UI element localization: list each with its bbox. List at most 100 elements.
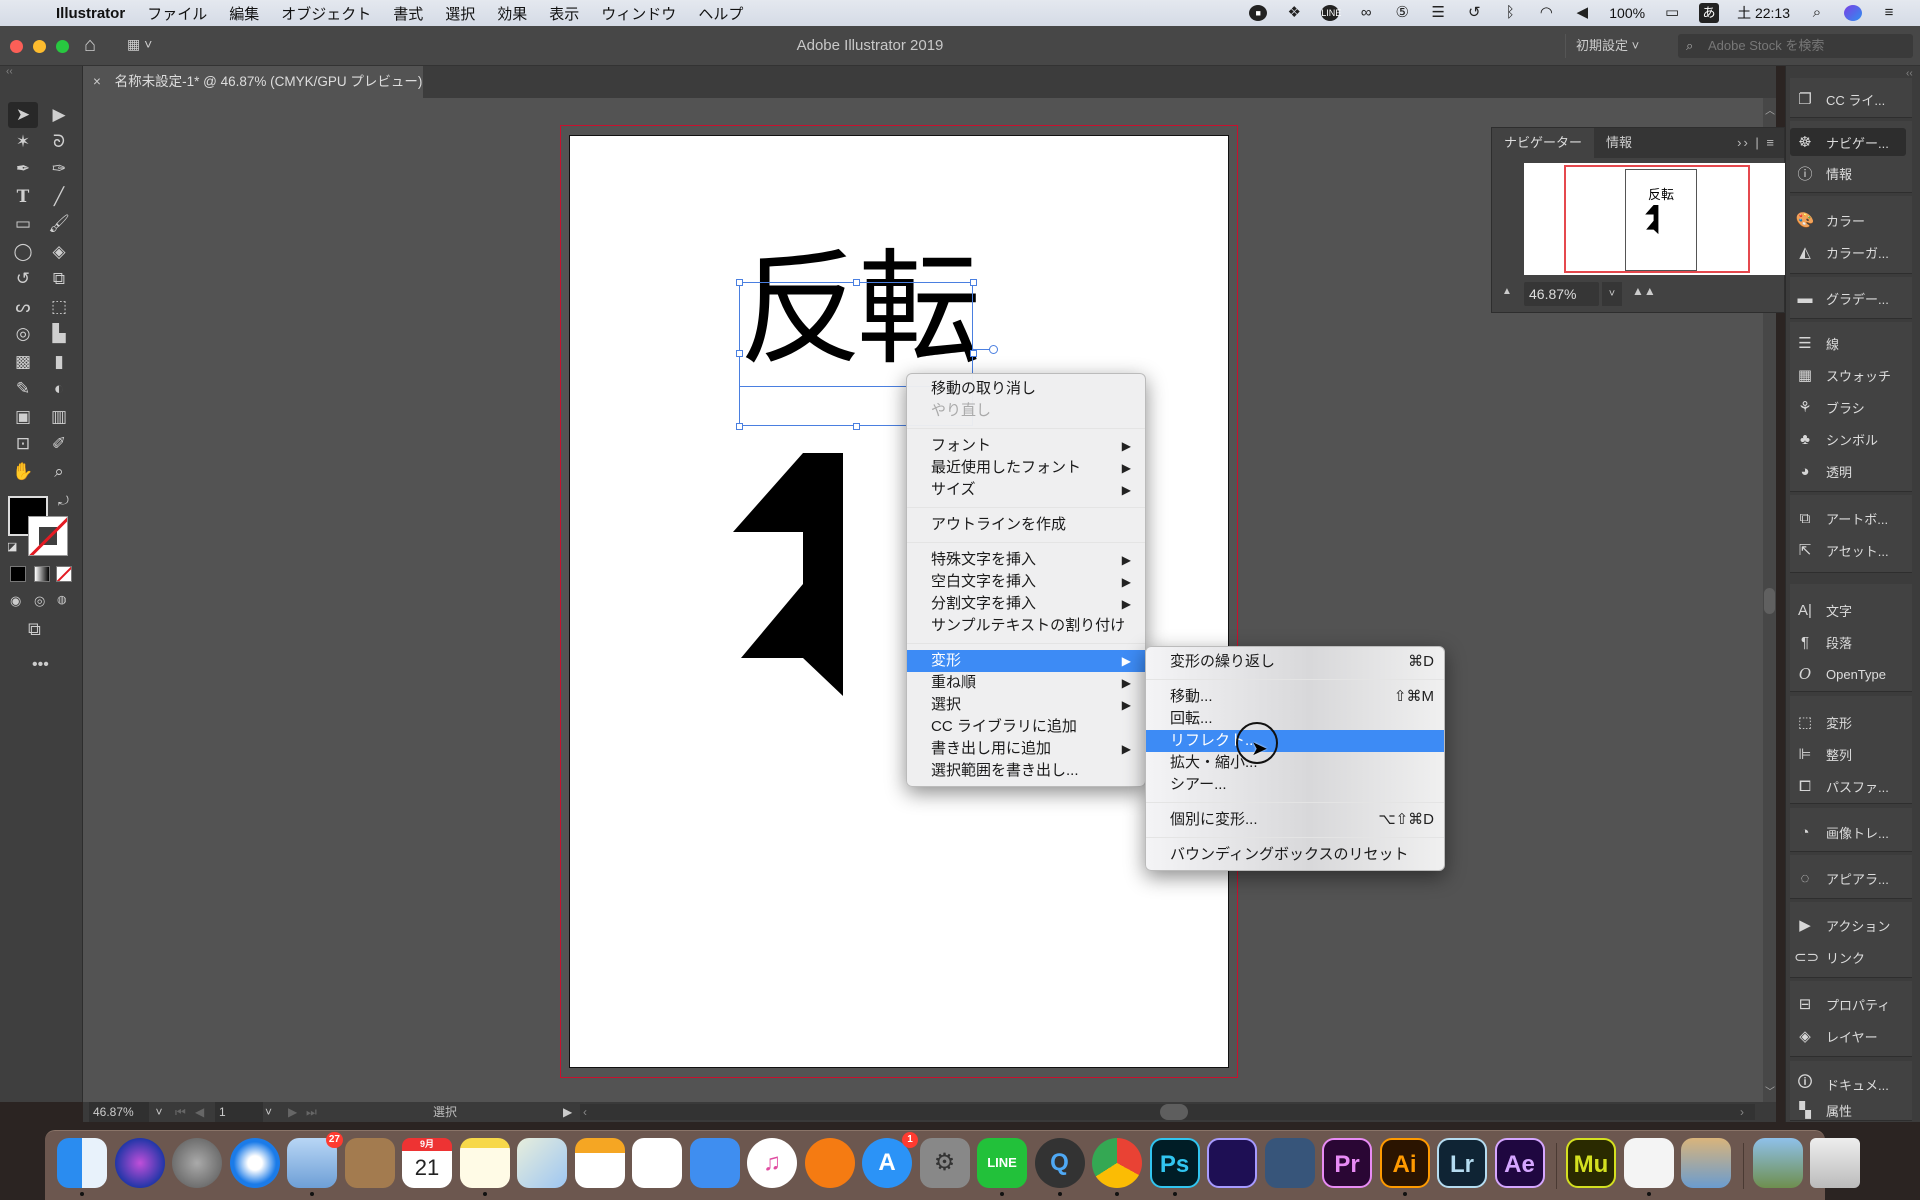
lasso-tool-icon[interactable]: ᘐ — [44, 129, 74, 155]
tab-navigator[interactable]: ナビゲーター — [1492, 128, 1595, 158]
perspective-grid-tool-icon[interactable]: ▙ — [44, 321, 74, 347]
document-tab[interactable]: × 名称未設定-1* @ 46.87% (CMYK/GPU プレビュー) — [83, 66, 423, 98]
swap-fill-stroke-icon[interactable]: ⤾ — [58, 493, 69, 509]
dock-app-contacts[interactable] — [344, 1138, 395, 1188]
menu-type[interactable]: 書式 — [393, 3, 423, 24]
dock-item-paragraph[interactable]: ¶ 段落 — [1790, 628, 1906, 656]
menu-item-rotate[interactable]: 回転... — [1146, 708, 1444, 730]
dock-item-symbols[interactable]: ♣ シンボル — [1790, 425, 1906, 453]
selection-tool-icon[interactable]: ➤ — [8, 102, 38, 128]
menu-effect[interactable]: 効果 — [497, 3, 527, 24]
menu-item-create-outlines[interactable]: アウトラインを作成 — [907, 514, 1145, 536]
draw-normal-icon[interactable]: ◉ — [10, 593, 21, 609]
rotate-tool-icon[interactable]: ↺ — [8, 266, 38, 292]
menu-item-add-to-export[interactable]: 書き出し用に追加 ▶ — [907, 738, 1145, 760]
menu-item-shear[interactable]: シアー... — [1146, 774, 1444, 796]
workspace-switcher[interactable]: 初期設定 ˅ — [1565, 34, 1649, 58]
menu-app-name[interactable]: Illustrator — [56, 5, 125, 22]
dock-app-itunes[interactable]: ♫ — [747, 1138, 797, 1188]
scroll-down-icon[interactable]: ﹀ — [1765, 1083, 1775, 1098]
close-tab-icon[interactable]: × — [93, 74, 101, 89]
column-graph-tool-icon[interactable]: ▥ — [44, 404, 74, 430]
line-icon[interactable]: LINE — [1321, 5, 1341, 21]
tab-info[interactable]: 情報 — [1594, 128, 1644, 158]
stroke-color-swatch[interactable] — [28, 516, 68, 556]
navigator-zoom-field[interactable]: 46.87% — [1524, 282, 1599, 306]
volume-icon[interactable]: ◀ — [1573, 5, 1591, 21]
prev-artboard-icon[interactable]: ◀ — [195, 1102, 204, 1122]
menu-edit[interactable]: 編集 — [229, 3, 259, 24]
type-tool-icon[interactable]: T — [8, 184, 38, 210]
magic-wand-tool-icon[interactable]: ✶ — [8, 129, 38, 155]
adobe-stock-search[interactable]: ⌕ Adobe Stock を検索 — [1678, 34, 1913, 58]
ime-icon[interactable]: あ — [1699, 3, 1720, 23]
collapse-panel-icon[interactable]: ›› — [1737, 135, 1750, 150]
dock-app-photoshop[interactable]: Ps — [1149, 1138, 1200, 1188]
dock-app-muse[interactable]: Mu — [1566, 1138, 1616, 1188]
resize-handle[interactable] — [853, 279, 860, 286]
line-tool-icon[interactable]: ╱ — [44, 184, 74, 210]
gradient-mode-button[interactable] — [34, 566, 50, 582]
dock-app-mail[interactable]: 27 — [287, 1132, 343, 1188]
wifi-icon[interactable]: ◠ — [1537, 5, 1555, 21]
dock-item-character[interactable]: A| 文字 — [1790, 596, 1906, 624]
dock-app-calendar[interactable]: 9月 21 — [402, 1138, 452, 1188]
menu-item-fill-placeholder[interactable]: サンプルテキストの割り付け — [907, 615, 1145, 637]
dock-item-color[interactable]: 🎨 カラー — [1790, 206, 1906, 234]
dock-app-textedit[interactable] — [1623, 1138, 1674, 1188]
menu-select[interactable]: 選択 — [445, 3, 475, 24]
dock-app-line[interactable]: LINE — [977, 1138, 1027, 1188]
dock-item-pathfinder[interactable]: ⧠ パスファ... — [1790, 772, 1906, 800]
dock-app-bull-app[interactable] — [1264, 1138, 1315, 1188]
dock-item-image-trace[interactable]: ◔ 画像トレ... — [1790, 818, 1906, 846]
dock-app-notes[interactable] — [459, 1138, 510, 1188]
dock-item-artboards[interactable]: ⧉ アートボ... — [1790, 504, 1906, 532]
menu-item-font[interactable]: フォント ▶ — [907, 435, 1145, 457]
menu-item-insert-whitespace[interactable]: 空白文字を挿入 ▶ — [907, 571, 1145, 593]
dock-item-asset-export[interactable]: ⇱ アセット... — [1790, 536, 1906, 564]
dock-app-launchpad[interactable] — [172, 1138, 222, 1188]
menu-file[interactable]: ファイル — [147, 3, 207, 24]
menu-extra-icon[interactable]: ☰ — [1429, 5, 1447, 21]
eyedropper-tool-icon[interactable]: ✎ — [8, 376, 38, 402]
dock-item-document-info[interactable]: 🛈 ドキュメ... — [1790, 1070, 1906, 1098]
dock-item-appearance[interactable]: ◌ アピアラ... — [1790, 864, 1906, 892]
draw-behind-icon[interactable]: ◎ — [34, 593, 45, 609]
dock-app-preview[interactable] — [1681, 1138, 1731, 1188]
dock-item-actions[interactable]: ▶ アクション — [1790, 911, 1906, 939]
last-artboard-icon[interactable]: ⏭ — [306, 1102, 317, 1122]
menu-item-arrange[interactable]: 重ね順 ▶ — [907, 672, 1145, 694]
navigator-preview[interactable]: 反転 — [1524, 163, 1786, 275]
change-screen-mode-icon[interactable]: ⧉ — [28, 619, 41, 640]
dock-app-numbers[interactable] — [632, 1138, 682, 1188]
dock-item-color-guide[interactable]: ◭ カラーガ... — [1790, 238, 1906, 266]
draw-inside-icon[interactable]: ◍ — [57, 593, 67, 606]
menu-item-recent-fonts[interactable]: 最近使用したフォント ▶ — [907, 457, 1145, 479]
none-mode-button[interactable] — [56, 566, 72, 582]
spotlight-icon[interactable]: ⌕ — [1808, 5, 1826, 21]
color-mode-button[interactable] — [10, 566, 26, 582]
shaper-tool-icon[interactable]: ◯ — [8, 239, 38, 265]
direct-selection-tool-icon[interactable]: ▶ — [44, 102, 74, 128]
dock-item-stroke[interactable]: ☰ 線 — [1790, 329, 1906, 357]
menu-item-reset-bounding-box[interactable]: バウンディングボックスのリセット — [1146, 844, 1444, 866]
horizontal-scroll-thumb[interactable] — [1160, 1104, 1188, 1120]
record-icon[interactable]: ■ — [1249, 5, 1268, 21]
warp-tool-icon[interactable]: ᔕ — [8, 294, 38, 320]
siri-icon[interactable] — [1844, 5, 1862, 21]
menu-item-export-selection[interactable]: 選択範囲を書き出し... — [907, 760, 1145, 782]
dock-item-attributes[interactable]: ▚ 属性 — [1790, 1100, 1906, 1120]
dock-item-links[interactable]: ⊂⊃ リンク — [1790, 943, 1906, 971]
resize-handle[interactable] — [736, 423, 743, 430]
paintbrush-tool-icon[interactable]: 🖌 — [44, 211, 74, 237]
artboard-number-field[interactable]: 1 — [215, 1102, 263, 1122]
dock-app-keynote[interactable] — [689, 1138, 740, 1188]
dropbox-icon[interactable]: ❖ — [1285, 5, 1303, 21]
zoom-level-field[interactable]: 46.87% — [89, 1102, 149, 1122]
menu-help[interactable]: ヘルプ — [698, 3, 743, 24]
dock-app-premiere-pro[interactable]: Pr — [1322, 1138, 1372, 1188]
dock-app-quicktime[interactable]: Q — [1034, 1138, 1085, 1188]
resize-handle[interactable] — [970, 279, 977, 286]
dock-item-info[interactable]: ⓘ 情報 — [1790, 159, 1906, 187]
pen-tool-icon[interactable]: ✒ — [8, 156, 38, 182]
